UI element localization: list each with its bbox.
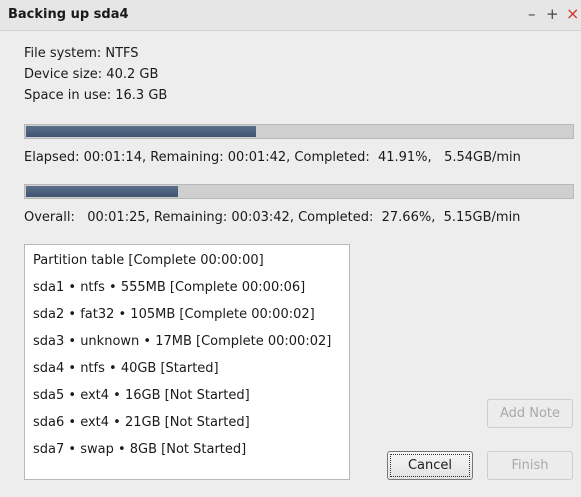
list-item[interactable]: sda3 • unknown • 17MB [Complete 00:00:02… (33, 334, 331, 349)
maximize-icon[interactable]: + (546, 6, 559, 22)
list-item[interactable]: sda4 • ntfs • 40GB [Started] (33, 361, 219, 376)
overall-progress-fill (26, 186, 178, 197)
finish-button[interactable]: Finish (487, 451, 573, 480)
file-system-label: File system: NTFS (24, 46, 139, 61)
list-item[interactable]: sda7 • swap • 8GB [Not Started] (33, 442, 246, 457)
window-title: Backing up sda4 (8, 7, 129, 22)
overall-progress-bar (24, 184, 574, 199)
space-in-use-label: Space in use: 16.3 GB (24, 88, 168, 103)
title-bar: Backing up sda4 – + × (0, 0, 581, 31)
list-item[interactable]: sda1 • ntfs • 555MB [Complete 00:00:06] (33, 280, 305, 295)
minimize-icon[interactable]: – (528, 6, 536, 22)
cancel-button[interactable]: Cancel (387, 451, 473, 480)
list-item[interactable]: sda6 • ext4 • 21GB [Not Started] (33, 415, 250, 430)
close-icon[interactable]: × (566, 6, 579, 22)
device-size-label: Device size: 40.2 GB (24, 67, 159, 82)
list-item[interactable]: sda2 • fat32 • 105MB [Complete 00:00:02] (33, 307, 315, 322)
partition-progress-bar (24, 124, 574, 139)
overall-progress-status: Overall: 00:01:25, Remaining: 00:03:42, … (24, 210, 521, 225)
partition-progress-status: Elapsed: 00:01:14, Remaining: 00:01:42, … (24, 150, 521, 165)
add-note-button[interactable]: Add Note (487, 399, 573, 428)
partition-progress-fill (26, 126, 256, 137)
list-item[interactable]: sda5 • ext4 • 16GB [Not Started] (33, 388, 250, 403)
partition-list[interactable]: Partition table [Complete 00:00:00] sda1… (24, 244, 350, 480)
list-item[interactable]: Partition table [Complete 00:00:00] (33, 253, 264, 268)
